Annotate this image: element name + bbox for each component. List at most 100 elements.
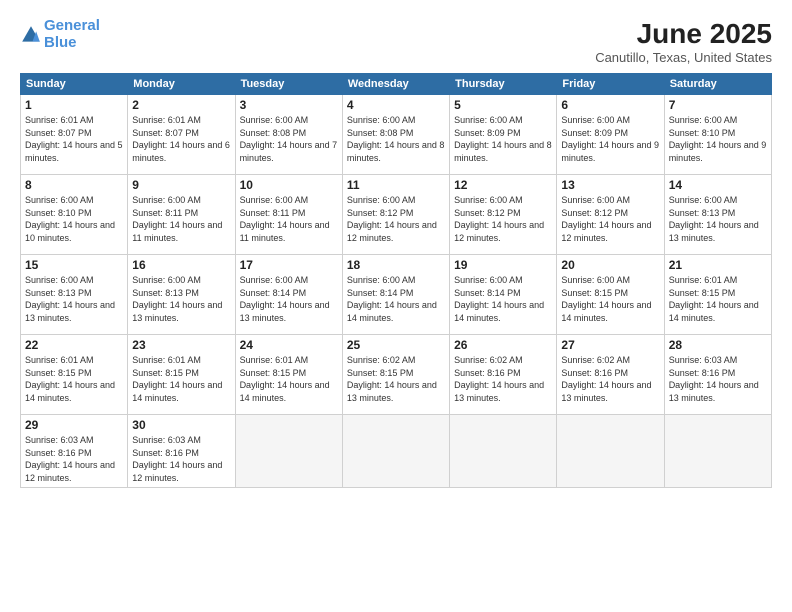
day-info: Sunrise: 6:01 AMSunset: 8:15 PMDaylight:…: [669, 275, 759, 323]
col-wednesday: Wednesday: [342, 74, 449, 95]
day-info: Sunrise: 6:00 AMSunset: 8:09 PMDaylight:…: [561, 115, 659, 163]
header: General Blue June 2025 Canutillo, Texas,…: [20, 18, 772, 65]
table-row: 14Sunrise: 6:00 AMSunset: 8:13 PMDayligh…: [664, 175, 771, 255]
day-info: Sunrise: 6:00 AMSunset: 8:08 PMDaylight:…: [347, 115, 445, 163]
day-info: Sunrise: 6:00 AMSunset: 8:14 PMDaylight:…: [240, 275, 330, 323]
col-saturday: Saturday: [664, 74, 771, 95]
table-row: 21 Sunrise: 6:01 AMSunset: 8:15 PMDayligh…: [664, 255, 771, 335]
day-info: Sunrise: 6:01 AMSunset: 8:15 PMDaylight:…: [240, 355, 330, 403]
day-number: 21: [669, 258, 767, 272]
day-info: Sunrise: 6:02 AMSunset: 8:15 PMDaylight:…: [347, 355, 437, 403]
day-number: 30: [132, 418, 230, 432]
day-info: Sunrise: 6:00 AMSunset: 8:11 PMDaylight:…: [132, 195, 222, 243]
col-monday: Monday: [128, 74, 235, 95]
day-number: 4: [347, 98, 445, 112]
page: General Blue June 2025 Canutillo, Texas,…: [0, 0, 792, 612]
day-number: 25: [347, 338, 445, 352]
table-row: 29 Sunrise: 6:03 AMSunset: 8:16 PMDayligh…: [21, 415, 128, 488]
day-number: 19: [454, 258, 552, 272]
table-row: 11 Sunrise: 6:00 AMSunset: 8:12 PMDayligh…: [342, 175, 449, 255]
day-info: Sunrise: 6:00 AMSunset: 8:13 PMDaylight:…: [25, 275, 115, 323]
table-row: 16 Sunrise: 6:00 AMSunset: 8:13 PMDayligh…: [128, 255, 235, 335]
day-info: Sunrise: 6:03 AMSunset: 8:16 PMDaylight:…: [132, 435, 222, 483]
day-info: Sunrise: 6:00 AMSunset: 8:10 PMDaylight:…: [669, 115, 767, 163]
day-number: 16: [132, 258, 230, 272]
day-info: Sunrise: 6:01 AMSunset: 8:07 PMDaylight:…: [132, 115, 230, 163]
table-row: [235, 415, 342, 488]
day-number: 24: [240, 338, 338, 352]
table-row: 6 Sunrise: 6:00 AMSunset: 8:09 PMDaylight…: [557, 95, 664, 175]
table-row: [342, 415, 449, 488]
day-info: Sunrise: 6:00 AMSunset: 8:15 PMDaylight:…: [561, 275, 651, 323]
day-number: 9: [132, 178, 230, 192]
day-number: 23: [132, 338, 230, 352]
day-info: Sunrise: 6:01 AMSunset: 8:15 PMDaylight:…: [25, 355, 115, 403]
title-block: June 2025 Canutillo, Texas, United State…: [595, 18, 772, 65]
day-number: 7: [669, 98, 767, 112]
table-row: 17Sunrise: 6:00 AMSunset: 8:14 PMDayligh…: [235, 255, 342, 335]
day-number: 20: [561, 258, 659, 272]
day-number: 1: [25, 98, 123, 112]
day-number: 5: [454, 98, 552, 112]
day-number: 27: [561, 338, 659, 352]
day-number: 18: [347, 258, 445, 272]
table-row: 1 Sunrise: 6:01 AMSunset: 8:07 PMDaylight…: [21, 95, 128, 175]
table-row: [450, 415, 557, 488]
table-row: 30 Sunrise: 6:03 AMSunset: 8:16 PMDayligh…: [128, 415, 235, 488]
day-number: 8: [25, 178, 123, 192]
calendar-header-row: Sunday Monday Tuesday Wednesday Thursday…: [21, 74, 772, 95]
day-info: Sunrise: 6:00 AMSunset: 8:14 PMDaylight:…: [454, 275, 544, 323]
table-row: 2Sunrise: 6:01 AMSunset: 8:07 PMDaylight…: [128, 95, 235, 175]
table-row: 22 Sunrise: 6:01 AMSunset: 8:15 PMDayligh…: [21, 335, 128, 415]
table-row: 9 Sunrise: 6:00 AMSunset: 8:11 PMDaylight…: [128, 175, 235, 255]
day-number: 13: [561, 178, 659, 192]
table-row: 20 Sunrise: 6:00 AMSunset: 8:15 PMDayligh…: [557, 255, 664, 335]
table-row: [664, 415, 771, 488]
day-info: Sunrise: 6:00 AMSunset: 8:10 PMDaylight:…: [25, 195, 115, 243]
table-row: 5 Sunrise: 6:00 AMSunset: 8:09 PMDaylight…: [450, 95, 557, 175]
day-info: Sunrise: 6:00 AMSunset: 8:08 PMDaylight:…: [240, 115, 338, 163]
table-row: 4 Sunrise: 6:00 AMSunset: 8:08 PMDaylight…: [342, 95, 449, 175]
table-row: 23Sunrise: 6:01 AMSunset: 8:15 PMDayligh…: [128, 335, 235, 415]
day-number: 29: [25, 418, 123, 432]
day-number: 28: [669, 338, 767, 352]
table-row: 10 Sunrise: 6:00 AMSunset: 8:11 PMDayligh…: [235, 175, 342, 255]
col-sunday: Sunday: [21, 74, 128, 95]
day-info: Sunrise: 6:03 AMSunset: 8:16 PMDaylight:…: [25, 435, 115, 483]
day-number: 15: [25, 258, 123, 272]
table-row: 12Sunrise: 6:00 AMSunset: 8:12 PMDayligh…: [450, 175, 557, 255]
calendar-week-row: 22 Sunrise: 6:01 AMSunset: 8:15 PMDayligh…: [21, 335, 772, 415]
table-row: 25 Sunrise: 6:02 AMSunset: 8:15 PMDayligh…: [342, 335, 449, 415]
day-number: 11: [347, 178, 445, 192]
day-number: 12: [454, 178, 552, 192]
day-info: Sunrise: 6:00 AMSunset: 8:13 PMDaylight:…: [132, 275, 222, 323]
day-number: 22: [25, 338, 123, 352]
day-info: Sunrise: 6:01 AMSunset: 8:07 PMDaylight:…: [25, 115, 123, 163]
day-number: 10: [240, 178, 338, 192]
day-info: Sunrise: 6:00 AMSunset: 8:12 PMDaylight:…: [347, 195, 437, 243]
table-row: 24 Sunrise: 6:01 AMSunset: 8:15 PMDayligh…: [235, 335, 342, 415]
table-row: 3 Sunrise: 6:00 AMSunset: 8:08 PMDaylight…: [235, 95, 342, 175]
calendar-week-row: 29 Sunrise: 6:03 AMSunset: 8:16 PMDayligh…: [21, 415, 772, 488]
day-info: Sunrise: 6:03 AMSunset: 8:16 PMDaylight:…: [669, 355, 759, 403]
calendar: Sunday Monday Tuesday Wednesday Thursday…: [20, 73, 772, 488]
table-row: 15 Sunrise: 6:00 AMSunset: 8:13 PMDayligh…: [21, 255, 128, 335]
calendar-week-row: 8 Sunrise: 6:00 AMSunset: 8:10 PMDaylight…: [21, 175, 772, 255]
col-thursday: Thursday: [450, 74, 557, 95]
day-info: Sunrise: 6:00 AMSunset: 8:11 PMDaylight:…: [240, 195, 330, 243]
day-number: 3: [240, 98, 338, 112]
table-row: [557, 415, 664, 488]
day-number: 26: [454, 338, 552, 352]
calendar-week-row: 15 Sunrise: 6:00 AMSunset: 8:13 PMDayligh…: [21, 255, 772, 335]
day-number: 6: [561, 98, 659, 112]
logo-text: General Blue: [44, 18, 100, 51]
location: Canutillo, Texas, United States: [595, 50, 772, 65]
table-row: 7 Sunrise: 6:00 AMSunset: 8:10 PMDaylight…: [664, 95, 771, 175]
day-info: Sunrise: 6:02 AMSunset: 8:16 PMDaylight:…: [454, 355, 544, 403]
table-row: 26 Sunrise: 6:02 AMSunset: 8:16 PMDayligh…: [450, 335, 557, 415]
table-row: 19 Sunrise: 6:00 AMSunset: 8:14 PMDayligh…: [450, 255, 557, 335]
table-row: 8 Sunrise: 6:00 AMSunset: 8:10 PMDaylight…: [21, 175, 128, 255]
day-info: Sunrise: 6:00 AMSunset: 8:09 PMDaylight:…: [454, 115, 552, 163]
table-row: 27Sunrise: 6:02 AMSunset: 8:16 PMDayligh…: [557, 335, 664, 415]
col-friday: Friday: [557, 74, 664, 95]
